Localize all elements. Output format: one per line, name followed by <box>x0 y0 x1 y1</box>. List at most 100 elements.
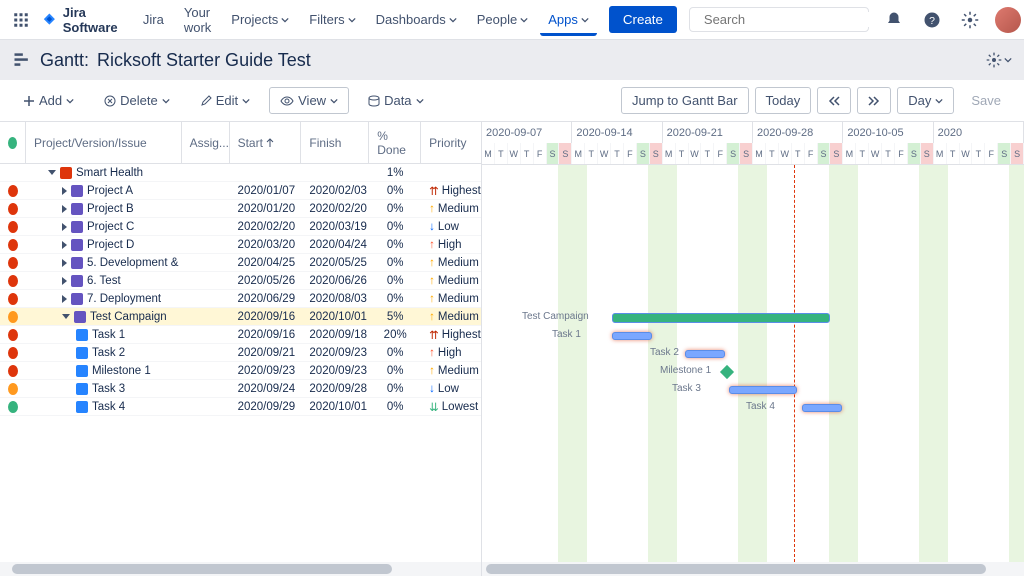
expand-icon[interactable] <box>62 205 67 213</box>
chevron-down-icon <box>935 97 943 105</box>
search-box[interactable] <box>689 7 869 32</box>
col-start[interactable]: Start <box>230 122 302 163</box>
day-cell: F <box>895 143 908 164</box>
table-row[interactable]: 5. Development & It...2020/04/252020/05/… <box>0 254 481 272</box>
eye-icon <box>280 95 294 107</box>
col-priority[interactable]: Priority <box>421 122 481 163</box>
gantt-row[interactable]: Milestone 1 <box>482 363 1024 381</box>
help-icon[interactable]: ? <box>919 7 945 33</box>
nav-item-dashboards[interactable]: Dashboards <box>368 6 465 33</box>
day-cell: F <box>714 143 727 164</box>
table-row[interactable]: 6. Test2020/05/262020/06/260%↑Medium <box>0 272 481 290</box>
gantt-row[interactable] <box>482 273 1024 291</box>
gantt-row[interactable] <box>482 237 1024 255</box>
table-row[interactable]: Project D2020/03/202020/04/240%↑High <box>0 236 481 254</box>
day-cell: T <box>882 143 895 164</box>
product-name: Jira Software <box>63 5 123 35</box>
gantt-row[interactable]: Task 1 <box>482 327 1024 345</box>
scroll-thumb-left[interactable] <box>12 564 392 574</box>
table-row[interactable]: Task 42020/09/292020/10/010%⇊Lowest <box>0 398 481 416</box>
gantt-row[interactable] <box>482 165 1024 183</box>
table-row[interactable]: Task 22020/09/212020/09/230%↑High <box>0 344 481 362</box>
table-row[interactable]: Milestone 12020/09/232020/09/230%↑Medium <box>0 362 481 380</box>
proj-icon <box>60 167 72 179</box>
settings-icon[interactable] <box>957 7 983 33</box>
table-row[interactable]: Test Campaign2020/09/162020/10/015%↑Medi… <box>0 308 481 326</box>
expand-icon[interactable] <box>62 277 67 285</box>
gantt-bar[interactable] <box>729 386 797 394</box>
expand-icon[interactable] <box>62 314 70 319</box>
jira-logo[interactable]: Jira Software <box>42 5 123 35</box>
zoom-button[interactable]: Day <box>897 87 954 114</box>
expand-icon[interactable] <box>62 259 67 267</box>
add-button[interactable]: Add <box>12 87 85 114</box>
nav-item-your-work[interactable]: Your work <box>176 0 219 41</box>
today-button[interactable]: Today <box>755 87 812 114</box>
gantt-row[interactable]: Test Campaign <box>482 309 1024 327</box>
table-row[interactable]: Project C2020/02/202020/03/190%↓Low <box>0 218 481 236</box>
prev-button[interactable] <box>817 87 851 114</box>
gantt-row[interactable]: Task 3 <box>482 381 1024 399</box>
gantt-row[interactable] <box>482 255 1024 273</box>
col-status[interactable] <box>0 122 26 163</box>
edit-button[interactable]: Edit <box>189 87 261 114</box>
table-row[interactable]: Task 32020/09/242020/09/280%↓Low <box>0 380 481 398</box>
data-button[interactable]: Data <box>357 87 434 114</box>
issue-name: Task 2 <box>92 347 125 359</box>
expand-icon[interactable] <box>62 223 67 231</box>
gantt-bar[interactable] <box>802 404 842 412</box>
nav-item-jira[interactable]: Jira <box>135 6 172 33</box>
gantt-row[interactable] <box>482 291 1024 309</box>
gantt-settings-button[interactable] <box>986 52 1012 68</box>
expand-icon[interactable] <box>62 295 67 303</box>
view-button[interactable]: View <box>269 87 349 114</box>
table-row[interactable]: Project A2020/01/072020/02/030%⇈Highest <box>0 182 481 200</box>
week-cell: 2020-09-07 <box>482 122 572 143</box>
app-switcher-icon[interactable] <box>12 8 30 32</box>
nav-item-projects[interactable]: Projects <box>223 6 297 33</box>
jump-button[interactable]: Jump to Gantt Bar <box>621 87 749 114</box>
chevron-down-icon <box>1004 56 1012 64</box>
table-row[interactable]: Smart Health1% <box>0 164 481 182</box>
col-done[interactable]: % Done <box>369 122 421 163</box>
gantt-bar[interactable] <box>685 350 725 358</box>
task-icon <box>76 329 88 341</box>
gantt-bar[interactable] <box>612 313 830 323</box>
col-assign[interactable]: Assig... <box>182 122 230 163</box>
col-finish[interactable]: Finish <box>301 122 369 163</box>
delete-icon <box>104 95 116 107</box>
nav-item-apps[interactable]: Apps <box>540 6 597 36</box>
expand-icon[interactable] <box>62 241 67 249</box>
day-cell: S <box>740 143 753 164</box>
milestone-marker[interactable] <box>720 365 734 379</box>
expand-icon[interactable] <box>62 187 67 195</box>
gantt-row[interactable]: Task 2 <box>482 345 1024 363</box>
search-input[interactable] <box>704 12 880 27</box>
issue-name: Smart Health <box>76 167 143 179</box>
epic-icon <box>71 203 83 215</box>
nav-item-people[interactable]: People <box>469 6 536 33</box>
avatar[interactable] <box>995 7 1021 33</box>
gantt-label: Milestone 1 <box>660 365 711 376</box>
epic-icon <box>74 311 86 323</box>
nav-item-filters[interactable]: Filters <box>301 6 363 33</box>
day-cell: T <box>676 143 689 164</box>
create-button[interactable]: Create <box>609 6 677 33</box>
col-issue[interactable]: Project/Version/Issue <box>26 122 182 163</box>
table-row[interactable]: Task 12020/09/162020/09/1820%⇈Highest <box>0 326 481 344</box>
gantt-row[interactable] <box>482 219 1024 237</box>
scroll-thumb-right[interactable] <box>486 564 986 574</box>
notifications-icon[interactable] <box>881 7 907 33</box>
task-icon <box>76 347 88 359</box>
day-cell: S <box>830 143 843 164</box>
next-button[interactable] <box>857 87 891 114</box>
delete-button[interactable]: Delete <box>93 87 181 114</box>
table-row[interactable]: Project B2020/01/202020/02/200%↑Medium <box>0 200 481 218</box>
table-row[interactable]: 7. Deployment2020/06/292020/08/030%↑Medi… <box>0 290 481 308</box>
gantt-row[interactable]: Task 4 <box>482 399 1024 417</box>
expand-icon[interactable] <box>48 170 56 175</box>
gantt-row[interactable] <box>482 183 1024 201</box>
gantt-body[interactable]: Test CampaignTask 1Task 2 Milestone 1 Task… <box>482 165 1024 562</box>
gantt-bar[interactable] <box>612 332 652 340</box>
gantt-row[interactable] <box>482 201 1024 219</box>
